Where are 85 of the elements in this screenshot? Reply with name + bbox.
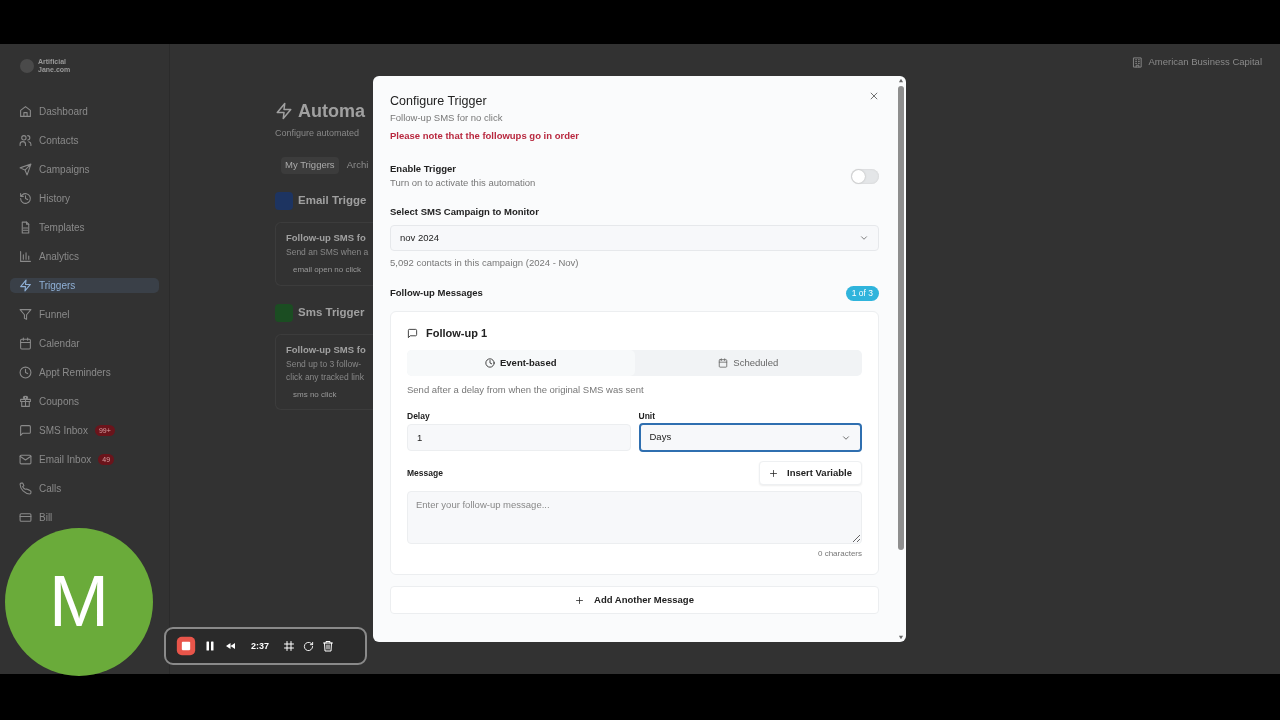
sidebar-item[interactable]: Appt Reminders <box>10 365 120 380</box>
mode-tab[interactable]: Scheduled <box>634 350 862 377</box>
campaign-info: 5,092 contacts in this campaign (2024 - Nov) <box>390 256 580 270</box>
message-field[interactable]: Enter your follow-up message... <box>407 491 862 545</box>
delay-field[interactable]: 1 <box>407 424 631 452</box>
sidebar-item[interactable]: Triggers <box>10 278 159 293</box>
chat-icon <box>407 328 418 340</box>
plus-icon <box>575 595 584 605</box>
card-description: Send an SMS when a <box>286 247 370 259</box>
clock-icon <box>19 366 32 379</box>
card-title: Follow-up SMS fo <box>286 343 367 357</box>
field-label: Unit <box>638 410 657 423</box>
field-label: Delay <box>407 410 431 423</box>
add-message-button[interactable]: Add Another Message <box>390 586 879 615</box>
pause-icon[interactable] <box>204 640 216 652</box>
trigger-tag: sms no click <box>293 389 373 401</box>
document-icon <box>19 221 32 234</box>
grid-icon[interactable] <box>283 640 295 652</box>
campaign-select[interactable]: nov 2024 <box>390 224 879 251</box>
calendar-icon <box>718 358 729 369</box>
count-badge: 1 of 3 <box>845 285 879 302</box>
scrollbar[interactable] <box>898 86 904 550</box>
phone-icon <box>19 482 32 495</box>
tab[interactable]: Archi <box>342 157 373 175</box>
sidebar-item[interactable]: Dashboard <box>10 104 97 119</box>
company-name: American Business Capital <box>1148 56 1262 69</box>
card-description: click any tracked link <box>286 371 365 383</box>
sidebar-item[interactable]: Calls <box>10 481 71 496</box>
notice-text: Please note that the followups go in order <box>390 129 579 143</box>
tab[interactable]: My Triggers <box>281 157 339 175</box>
page-title: Automa <box>298 100 365 123</box>
sidebar-item[interactable]: Bill <box>10 510 62 525</box>
dialog-title: Configure Trigger <box>390 93 488 110</box>
insert-variable-button[interactable]: Insert Variable <box>759 461 862 486</box>
scroll-up-icon[interactable] <box>898 78 904 83</box>
dialog-subtitle: Follow-up SMS for no click <box>390 111 504 125</box>
home-icon <box>19 105 32 118</box>
section-label: Follow-up Messages <box>390 287 483 300</box>
sidebar-item[interactable]: History <box>10 191 80 206</box>
sidebar-item[interactable]: Contacts <box>10 133 88 148</box>
logo-icon <box>20 59 34 73</box>
trash-icon[interactable] <box>322 640 334 652</box>
recording-time: 2:37 <box>251 639 269 653</box>
plus-icon <box>769 468 779 478</box>
section-title: Sms Trigger <box>298 305 365 321</box>
hint-text: Send after a delay from when the original SMS was sent <box>407 384 645 397</box>
sidebar-item[interactable]: Campaigns <box>10 162 99 177</box>
sidebar-item[interactable]: Analytics <box>10 249 88 264</box>
credit-card-icon <box>19 511 32 524</box>
card-title: Follow-up SMS fo <box>286 232 367 246</box>
close-icon[interactable] <box>869 91 879 101</box>
toggle-switch[interactable] <box>851 168 879 184</box>
clock-icon <box>485 358 495 369</box>
unit-select[interactable]: Days <box>638 423 862 453</box>
rewind-icon[interactable] <box>224 640 237 652</box>
page-subtitle: Configure automated <box>275 127 361 140</box>
toggle-hint: Turn on to activate this automation <box>390 177 536 191</box>
trigger-tag: email open no click <box>293 265 373 276</box>
stop-icon[interactable] <box>176 636 196 656</box>
section-title: Email Trigge <box>298 193 367 209</box>
history-icon <box>19 192 32 205</box>
field-label: Select SMS Campaign to Monitor <box>390 206 540 219</box>
gift-icon <box>19 395 32 408</box>
sidebar-item[interactable]: Calendar <box>10 336 89 351</box>
lightning-icon <box>275 102 293 121</box>
funnel-icon <box>19 308 32 321</box>
sidebar-item[interactable]: Templates <box>10 220 94 235</box>
field-label: Message <box>407 467 443 480</box>
card-title: Follow-up 1 <box>426 326 488 342</box>
mail-icon <box>19 453 32 466</box>
building-icon <box>1132 56 1144 68</box>
calendar-icon <box>19 337 32 350</box>
sidebar-item[interactable]: Funnel <box>10 307 79 322</box>
users-icon <box>19 134 32 147</box>
lightning-icon <box>19 279 32 292</box>
card-description: Send up to 3 follow- <box>286 358 363 370</box>
chat-icon <box>19 424 32 437</box>
sidebar-item[interactable]: Coupons <box>10 394 89 409</box>
toggle-label: Enable Trigger <box>390 162 457 176</box>
mode-tab[interactable]: Event-based <box>407 350 635 377</box>
restart-icon[interactable] <box>303 640 314 652</box>
scroll-down-icon[interactable] <box>898 635 904 640</box>
send-icon <box>19 163 32 176</box>
bar-chart-icon <box>19 250 32 263</box>
character-count: 0 characters <box>817 549 862 561</box>
